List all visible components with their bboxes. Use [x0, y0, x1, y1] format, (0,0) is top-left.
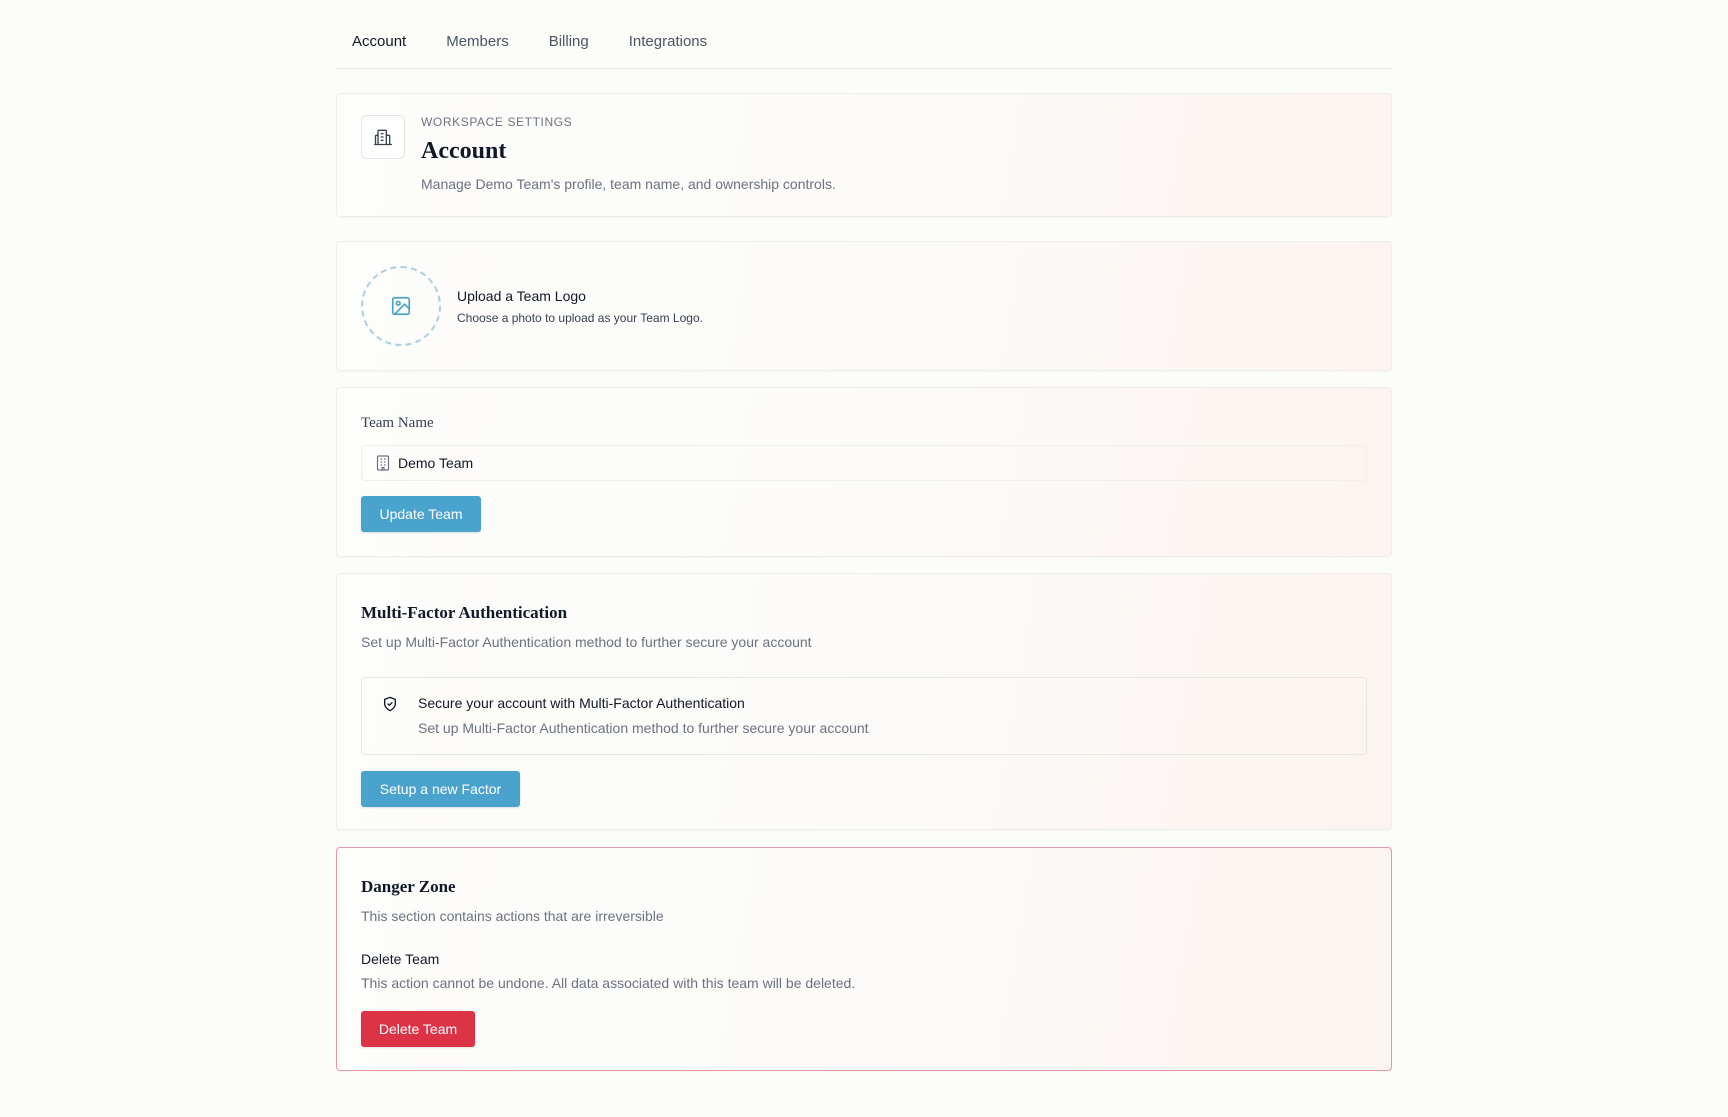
delete-team-title: Delete Team — [361, 951, 440, 967]
mfa-info-box: Secure your account with Multi-Factor Au… — [361, 677, 1367, 755]
logo-upload-description: Choose a photo to upload as your Team Lo… — [457, 311, 703, 325]
logo-upload-dropzone[interactable] — [361, 266, 441, 346]
mfa-card: Multi-Factor Authentication Set up Multi… — [336, 573, 1392, 830]
building-icon — [361, 115, 405, 159]
danger-zone-description: This section contains actions that are i… — [361, 908, 664, 924]
team-name-card: Team Name Demo Team Update Team — [336, 387, 1392, 557]
mfa-title: Multi-Factor Authentication — [361, 603, 568, 622]
image-icon — [391, 296, 411, 316]
team-logo-card: Upload a Team Logo Choose a photo to upl… — [336, 241, 1392, 371]
delete-team-button[interactable]: Delete Team — [361, 1011, 475, 1047]
building-icon — [376, 455, 390, 471]
setup-factor-button[interactable]: Setup a new Factor — [361, 771, 520, 807]
update-team-button[interactable]: Update Team — [361, 496, 481, 532]
tab-billing[interactable]: Billing — [549, 32, 589, 52]
settings-page: Account Members Billing Integrations WOR… — [336, 0, 1392, 1071]
mfa-box-title: Secure your account with Multi-Factor Au… — [418, 695, 745, 711]
team-name-input[interactable]: Demo Team — [361, 445, 1367, 481]
page-title: Account — [421, 138, 507, 164]
mfa-box-description: Set up Multi-Factor Authentication metho… — [418, 720, 869, 736]
settings-tabs: Account Members Billing Integrations — [336, 0, 1392, 69]
shield-check-icon — [384, 696, 396, 712]
delete-team-description: This action cannot be undone. All data a… — [361, 975, 856, 991]
page-eyebrow: WORKSPACE SETTINGS — [421, 115, 573, 129]
tab-integrations[interactable]: Integrations — [629, 32, 707, 52]
mfa-description: Set up Multi-Factor Authentication metho… — [361, 634, 812, 650]
team-name-label: Team Name — [361, 415, 434, 431]
team-name-value: Demo Team — [398, 455, 474, 471]
tab-account[interactable]: Account — [352, 32, 406, 52]
logo-upload-title: Upload a Team Logo — [457, 288, 586, 304]
tab-members[interactable]: Members — [446, 32, 509, 52]
danger-zone-card: Danger Zone This section contains action… — [336, 847, 1392, 1071]
account-header-card: WORKSPACE SETTINGS Account Manage Demo T… — [336, 93, 1392, 217]
page-description: Manage Demo Team's profile, team name, a… — [421, 176, 836, 192]
danger-zone-title: Danger Zone — [361, 877, 456, 896]
